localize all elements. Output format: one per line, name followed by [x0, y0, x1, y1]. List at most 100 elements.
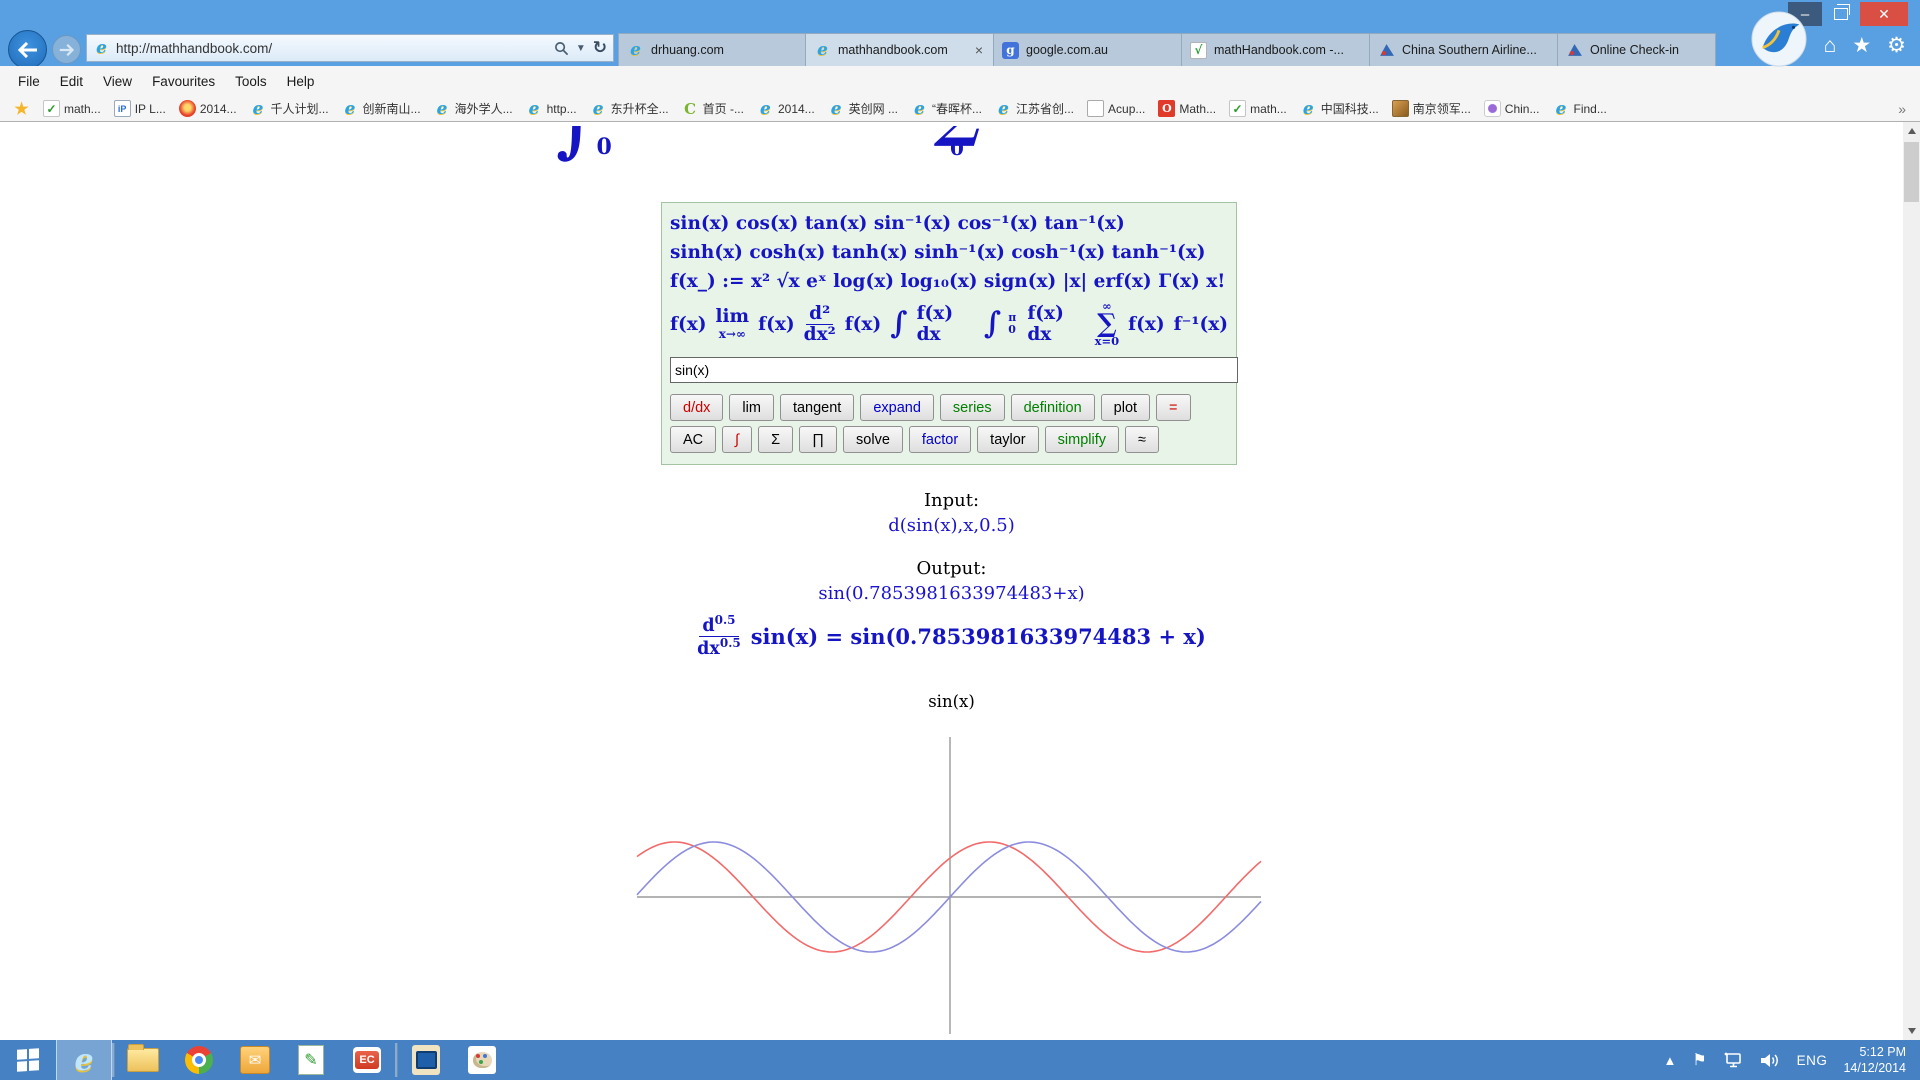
- menu-tools[interactable]: Tools: [225, 74, 277, 89]
- tools-gear-icon[interactable]: ⚙: [1887, 33, 1906, 58]
- tab-mathhandbook-com-[interactable]: √mathHandbook.com -...: [1182, 33, 1370, 66]
- simplify-button[interactable]: simplify: [1045, 426, 1119, 453]
- scroll-up-arrow[interactable]: [1903, 122, 1920, 140]
- menu-bar: FileEditViewFavouritesToolsHelp: [0, 66, 1920, 96]
- favorite-item[interactable]: ★: [8, 100, 35, 117]
- taskbar-chrome-button[interactable]: [171, 1040, 227, 1080]
- favorite-label: 南京领军...: [1413, 100, 1471, 117]
- taskbar-explorer-button[interactable]: [115, 1040, 171, 1080]
- factor-button[interactable]: factor: [909, 426, 971, 453]
- menu-file[interactable]: File: [8, 74, 50, 89]
- url-text[interactable]: http://mathhandbook.com/: [116, 41, 548, 56]
- math-green-icon: ✓: [43, 100, 60, 117]
- ac-button[interactable]: AC: [670, 426, 716, 453]
- forward-button[interactable]: [52, 35, 81, 64]
- tab-drhuang-com[interactable]: edrhuang.com: [618, 33, 806, 66]
- favorites-star-icon[interactable]: ★: [1852, 33, 1871, 58]
- favorite-item[interactable]: e千人计划...: [245, 100, 334, 117]
- favorite-item[interactable]: e东升杯全...: [585, 100, 674, 117]
- menu-favourites[interactable]: Favourites: [142, 74, 225, 89]
- scrollbar-thumb[interactable]: [1904, 142, 1919, 202]
- solve-button[interactable]: solve: [843, 426, 903, 453]
- tab-china-southern-airline-[interactable]: China Southern Airline...: [1370, 33, 1558, 66]
- network-icon[interactable]: [1723, 1052, 1743, 1069]
- favorite-item[interactable]: 南京领军...: [1387, 100, 1476, 117]
- volume-icon[interactable]: [1759, 1052, 1781, 1069]
- expand-button[interactable]: expand: [860, 394, 934, 421]
- search-icon[interactable]: [554, 41, 569, 56]
- menu-view[interactable]: View: [93, 74, 142, 89]
- tangent-button[interactable]: tangent: [780, 394, 854, 421]
- menu-help[interactable]: Help: [277, 74, 325, 89]
- favorite-item[interactable]: e2014...: [752, 100, 820, 117]
- taskbar-notes-button[interactable]: ✎: [283, 1040, 339, 1080]
- scroll-down-arrow[interactable]: [1903, 1022, 1920, 1040]
- σ-button[interactable]: Σ: [758, 426, 793, 453]
- result-block: Input: d(sin(x),x,0.5) Output: sin(0.785…: [0, 490, 1903, 604]
- back-button[interactable]: [8, 30, 47, 69]
- ∏-button[interactable]: ∏: [799, 426, 837, 453]
- favorite-item[interactable]: e创新南山...: [337, 100, 426, 117]
- favorite-item[interactable]: Acup...: [1082, 100, 1150, 117]
- favorite-item[interactable]: C首页 -...: [677, 100, 749, 117]
- series-button[interactable]: series: [940, 394, 1005, 421]
- tab-label: China Southern Airline...: [1402, 43, 1549, 57]
- favorite-item[interactable]: e英创网 ...: [823, 100, 903, 117]
- ie-icon: e: [911, 100, 928, 117]
- plot-button[interactable]: plot: [1101, 394, 1150, 421]
- tab-mathhandbook-com[interactable]: emathhandbook.com×: [806, 33, 994, 66]
- favorite-item[interactable]: 2014...: [174, 100, 242, 117]
- favorite-item[interactable]: Chin...: [1479, 100, 1545, 117]
- home-icon[interactable]: ⌂: [1824, 34, 1837, 58]
- favorite-item[interactable]: ehttp...: [521, 100, 582, 117]
- bird-logo: [1750, 10, 1808, 68]
- tab-google-com-au[interactable]: ggoogle.com.au: [994, 33, 1182, 66]
- plot-title: sin(x): [0, 692, 1903, 711]
- d-dx-button[interactable]: d/dx: [670, 394, 723, 421]
- favorite-label: 2014...: [200, 102, 237, 116]
- close-button[interactable]: ✕: [1860, 2, 1908, 26]
- favorite-item[interactable]: ✓math...: [1224, 100, 1292, 117]
- taskbar-powerpoint-button[interactable]: EC: [339, 1040, 395, 1080]
- favorite-item[interactable]: eFind...: [1547, 100, 1611, 117]
- google-icon: g: [1002, 42, 1019, 59]
- taskbar-outlook-button[interactable]: ✉: [227, 1040, 283, 1080]
- favorite-item[interactable]: e中国科技...: [1295, 100, 1384, 117]
- expression-input[interactable]: [670, 357, 1238, 383]
- =-button[interactable]: =: [1156, 394, 1190, 421]
- lim-button[interactable]: lim: [729, 394, 774, 421]
- favorite-item[interactable]: e江苏省创...: [990, 100, 1079, 117]
- taylor-button[interactable]: taylor: [977, 426, 1038, 453]
- taskbar-ie-button[interactable]: e: [56, 1040, 112, 1080]
- clock[interactable]: 5:12 PM 14/12/2014: [1843, 1044, 1906, 1076]
- menu-edit[interactable]: Edit: [50, 74, 93, 89]
- favorite-item[interactable]: OMath...: [1153, 100, 1221, 117]
- favorite-label: 首页 -...: [703, 100, 744, 117]
- definition-button[interactable]: definition: [1011, 394, 1095, 421]
- vertical-scrollbar[interactable]: [1903, 122, 1920, 1040]
- china-southern-logo-icon: [1378, 42, 1395, 59]
- taskbar-paint-button[interactable]: [454, 1040, 510, 1080]
- tab-close-icon[interactable]: ×: [973, 42, 985, 58]
- taskbar-remote-button[interactable]: [398, 1040, 454, 1080]
- favorite-item[interactable]: e海外学人...: [429, 100, 518, 117]
- restore-button[interactable]: [1824, 2, 1858, 26]
- language-indicator[interactable]: ENG: [1797, 1053, 1828, 1068]
- output-expression: sin(0.7853981633974483+x): [0, 583, 1903, 604]
- tab-online-check-in[interactable]: Online Check-in: [1558, 33, 1716, 66]
- favorite-item[interactable]: iPIP L...: [109, 100, 171, 117]
- action-center-flag-icon[interactable]: ⚑: [1692, 1050, 1706, 1070]
- green-c-icon: C: [682, 100, 699, 117]
- refresh-icon[interactable]: ↻: [593, 38, 607, 58]
- favorite-item[interactable]: ✓math...: [38, 100, 106, 117]
- ∫-button[interactable]: ∫: [722, 426, 752, 453]
- tray-chevron-icon[interactable]: ▲: [1663, 1053, 1676, 1068]
- taskbar-start-button[interactable]: [0, 1040, 56, 1080]
- favorites-overflow-chevron[interactable]: »: [1892, 101, 1912, 117]
- ≈-button[interactable]: ≈: [1125, 426, 1159, 453]
- favorite-item[interactable]: e“春晖杯...: [906, 100, 987, 117]
- search-dropdown-icon[interactable]: ▼: [576, 43, 586, 54]
- back-arrow-icon: [18, 42, 38, 58]
- address-bar[interactable]: e http://mathhandbook.com/ ▼ ↻: [86, 34, 614, 62]
- ie-icon: e: [342, 100, 359, 117]
